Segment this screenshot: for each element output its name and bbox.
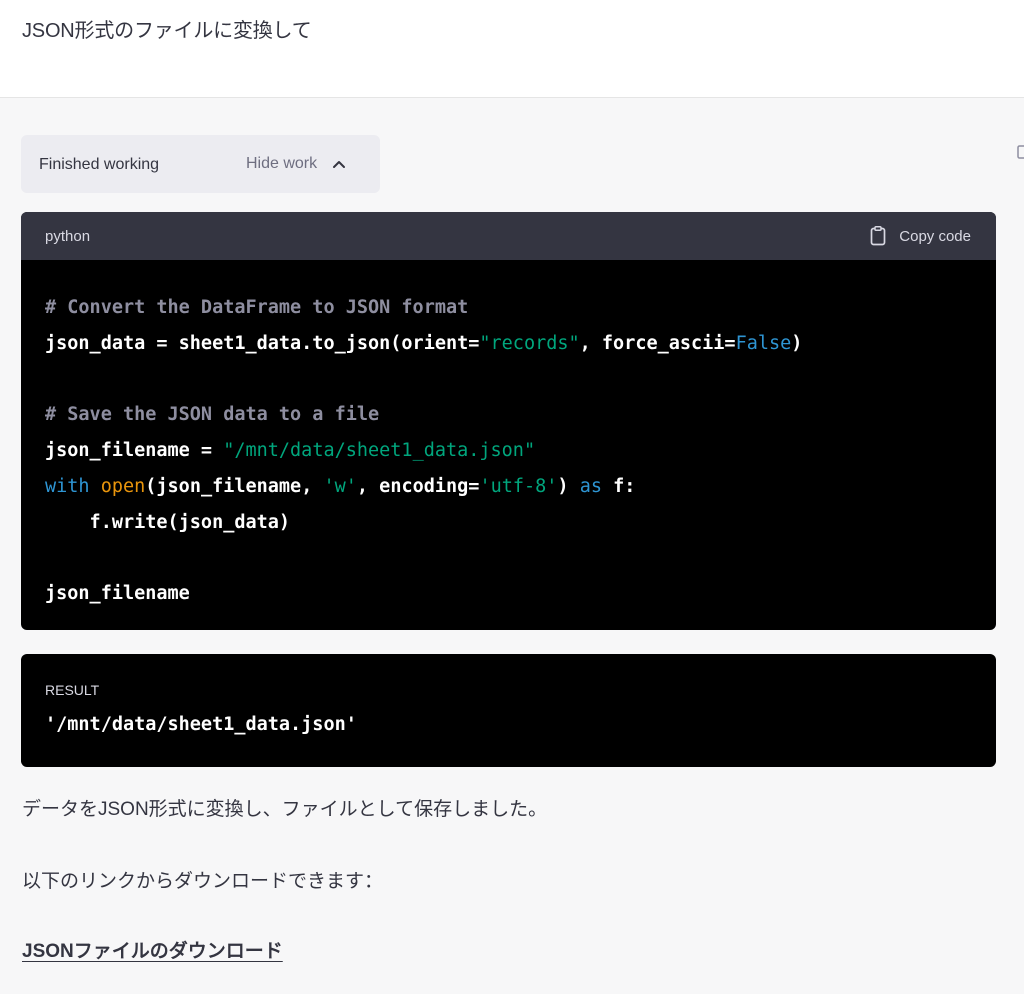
assistant-paragraph: データをJSON形式に変換し、ファイルとして保存しました。 xyxy=(22,799,548,820)
code-token: ) xyxy=(557,475,580,497)
code-token: 'w' xyxy=(323,475,357,497)
code-token: json_data = sheet1_data.to_json(orient= xyxy=(45,332,480,354)
code-token: json_filename xyxy=(45,583,190,605)
code-block: python Copy code # Convert the DataFrame… xyxy=(21,212,996,630)
code-language: python xyxy=(45,228,91,245)
code-token: (json_filename, xyxy=(145,475,324,497)
code-token: False xyxy=(735,332,792,354)
assistant-paragraph: 以下のリンクからダウンロードできます： xyxy=(22,871,384,892)
code-token: , encoding= xyxy=(356,475,480,497)
code-token: # Save the JSON data to a file xyxy=(45,404,380,426)
code-token: "records" xyxy=(479,332,580,354)
code-line: f.write(json_data) xyxy=(45,505,972,541)
code-line: # Save the JSON data to a file xyxy=(45,397,972,433)
code-token: ) xyxy=(791,332,803,354)
clipboard-icon[interactable] xyxy=(1016,143,1024,159)
result-block: RESULT '/mnt/data/sheet1_data.json' xyxy=(21,654,996,767)
copy-code-button[interactable]: Copy code xyxy=(867,225,971,247)
code-token: open xyxy=(100,475,146,497)
result-value: '/mnt/data/sheet1_data.json' xyxy=(45,714,357,735)
download-link[interactable]: JSONファイルのダウンロード xyxy=(22,936,283,963)
code-token: with xyxy=(45,475,90,497)
hide-work-label: Hide work xyxy=(246,155,318,172)
hide-work-button[interactable]: Hide work xyxy=(246,151,347,177)
code-token: f: xyxy=(601,475,636,497)
code-token: f.write(json_data) xyxy=(45,511,291,533)
code-line: json_filename xyxy=(45,576,972,612)
code-line: json_filename = "/mnt/data/sheet1_data.j… xyxy=(45,433,972,469)
code-token: , force_ascii= xyxy=(579,332,736,354)
code-token: # Convert the DataFrame to JSON format xyxy=(45,297,469,318)
user-message-text: JSON形式のファイルに変換して xyxy=(22,20,312,42)
work-status: Finished working xyxy=(39,156,160,173)
code-line: # Convert the DataFrame to JSON format xyxy=(45,290,972,326)
code-header: python Copy code xyxy=(21,212,996,260)
code-token: "/mnt/data/sheet1_data.json" xyxy=(223,440,536,462)
code-line: with open(json_filename, 'w', encoding='… xyxy=(45,469,972,505)
code-token: 'utf-8' xyxy=(479,475,558,497)
user-message: JSON形式のファイルに変換して xyxy=(0,0,1024,98)
clipboard-icon xyxy=(867,225,889,247)
chevron-up-icon xyxy=(331,156,347,172)
work-panel: Finished working Hide work xyxy=(21,135,380,193)
code-line: json_data = sheet1_data.to_json(orient="… xyxy=(45,326,972,362)
copy-code-label: Copy code xyxy=(899,227,971,245)
code-content: # Convert the DataFrame to JSON format js… xyxy=(21,260,996,612)
code-token: as xyxy=(579,475,602,497)
result-label: RESULT xyxy=(45,682,100,698)
code-token: json_filename = xyxy=(45,440,224,462)
